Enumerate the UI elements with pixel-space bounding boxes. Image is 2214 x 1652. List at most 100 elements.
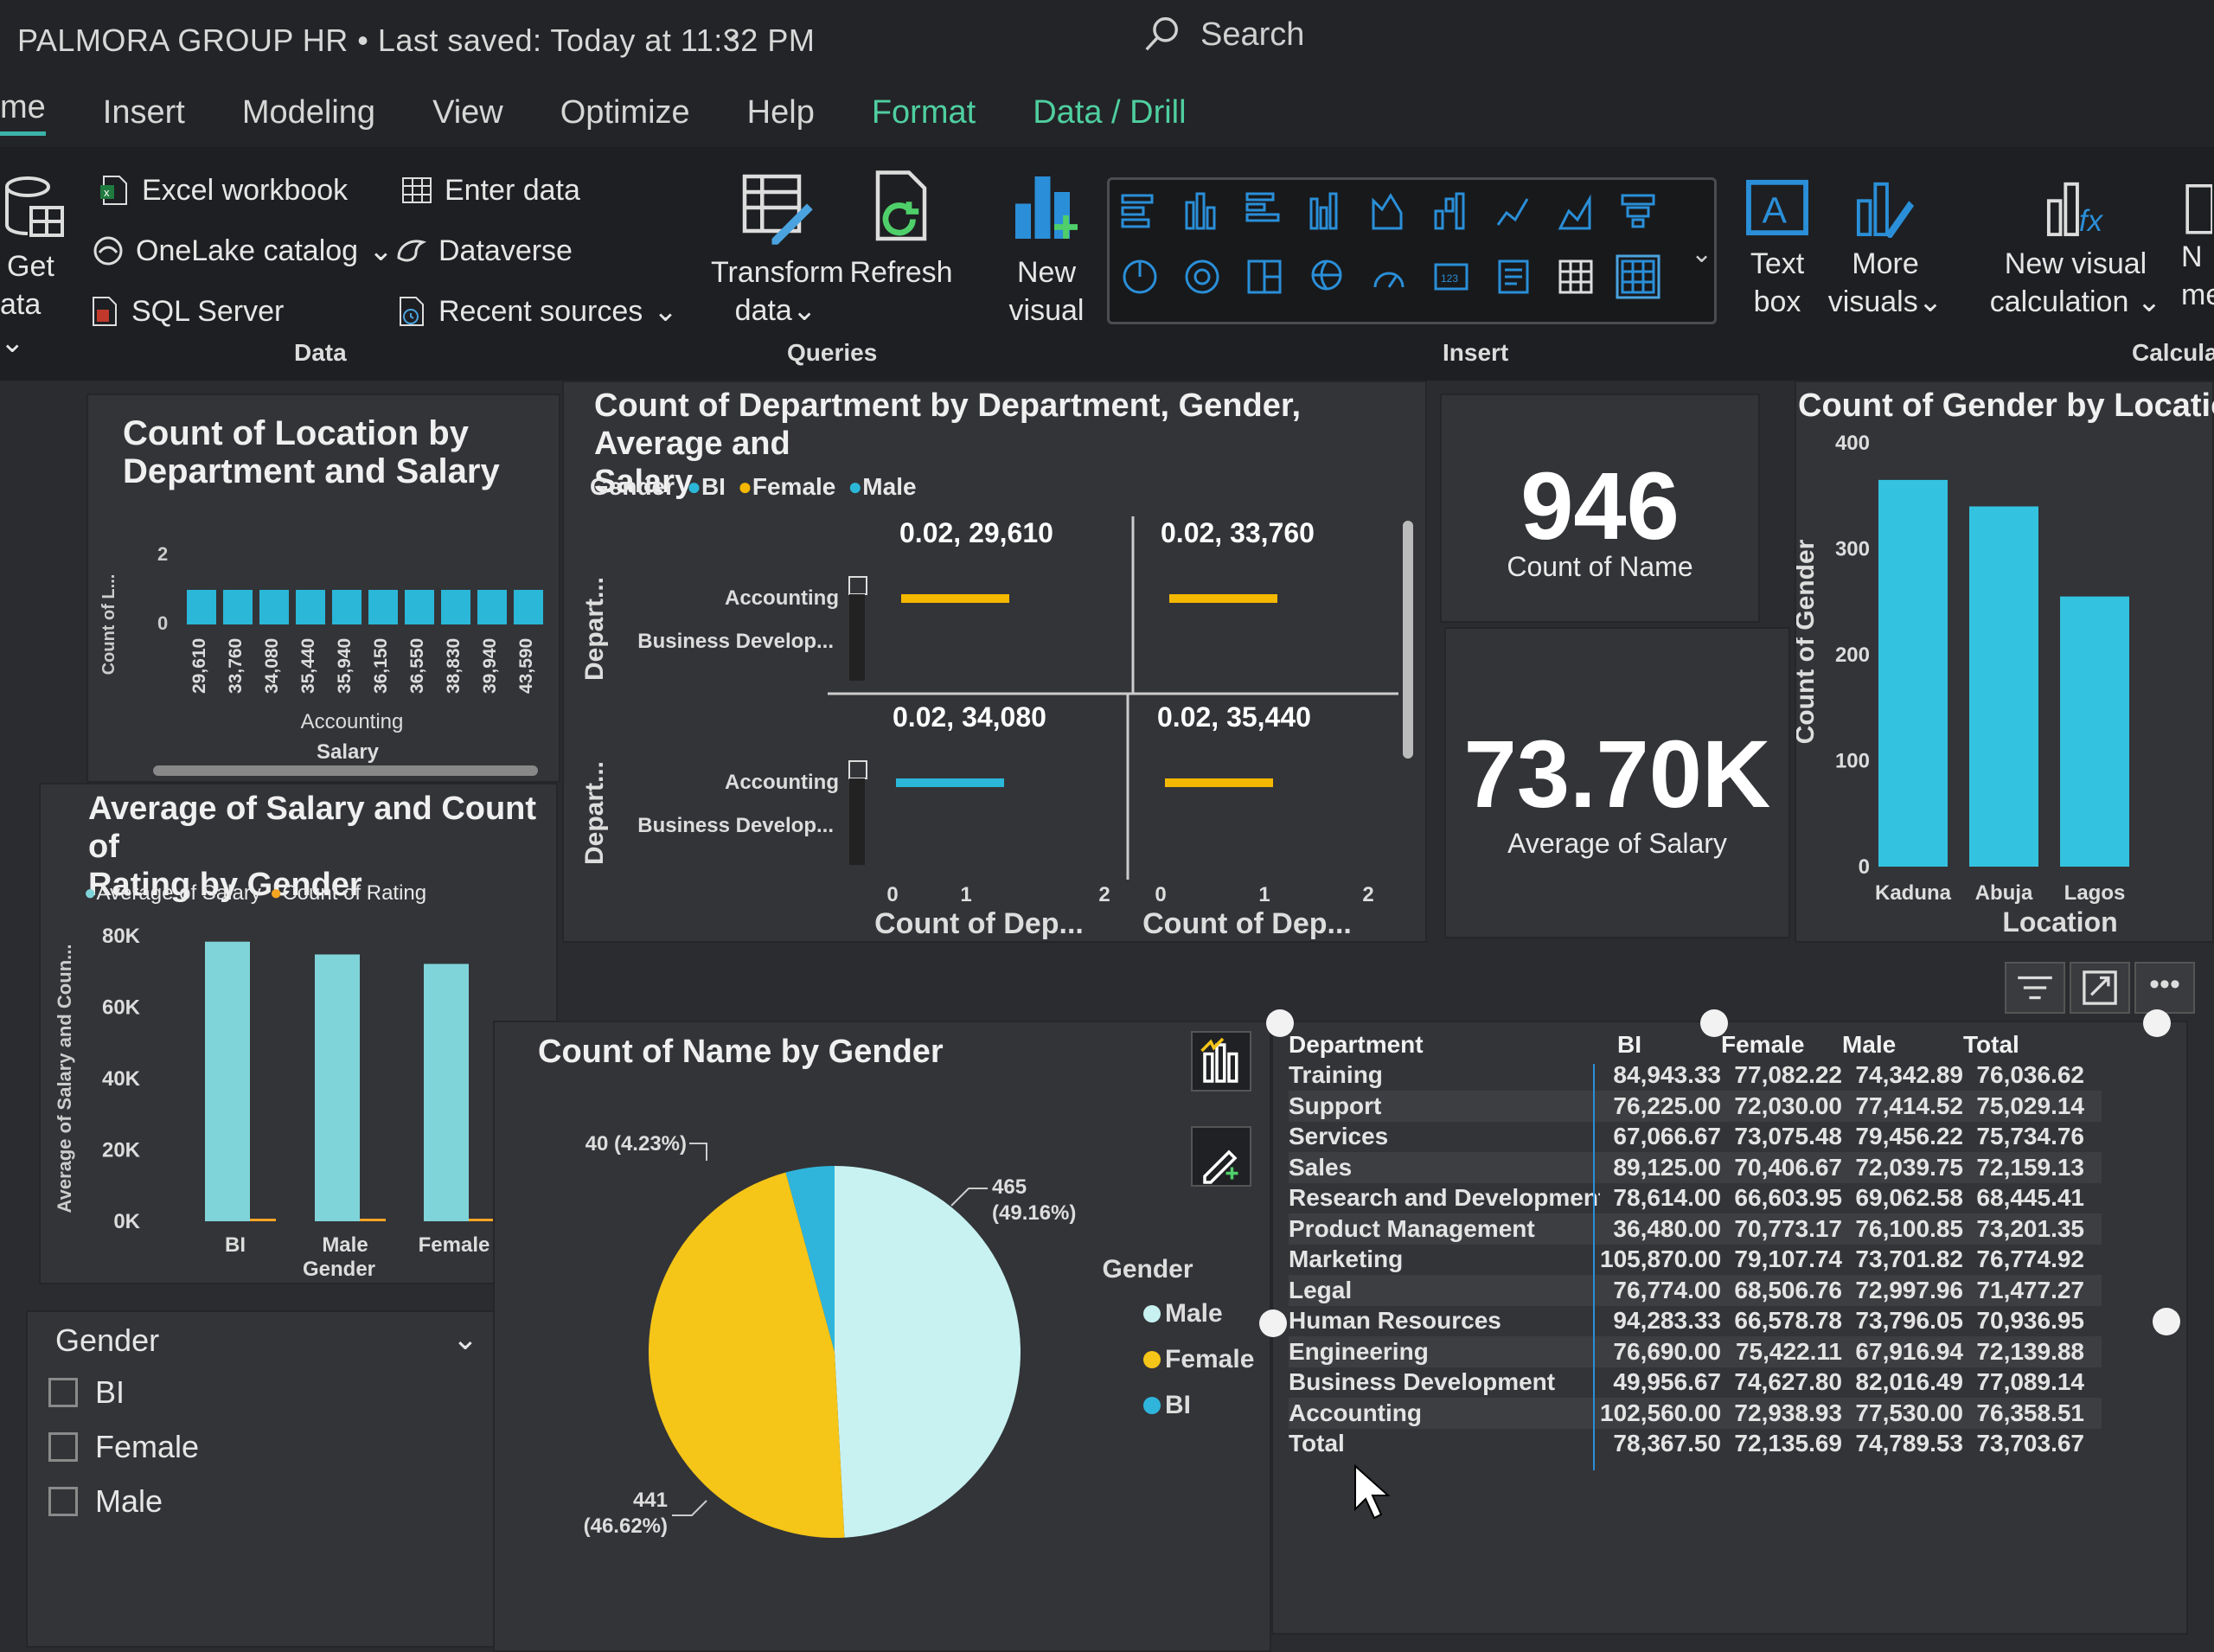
excel-label: Excel workbook xyxy=(142,173,349,207)
bar-count-rating xyxy=(360,1219,386,1221)
table-row[interactable]: Marketing 105,870.00 79,107.74 73,701.82 76,… xyxy=(1289,1245,2102,1276)
x-tick-label: 36,550 xyxy=(407,638,427,694)
table-header: Department BI Female Male Total xyxy=(1289,1029,2102,1060)
checkbox[interactable] xyxy=(48,1487,78,1516)
visual-gallery[interactable]: 123 ⌄ xyxy=(1107,177,1717,324)
tab-data-drill[interactable]: Data / Drill xyxy=(1033,94,1186,131)
table-total-row[interactable]: Total 78,367.50 72,135.69 74,789.53 73,703.6… xyxy=(1289,1429,2102,1460)
new-measure-button[interactable]: N mea xyxy=(2181,177,2214,314)
filter-icon[interactable] xyxy=(2005,962,2065,1014)
table-row[interactable]: Support 76,225.00 72,030.00 77,414.52 75,029… xyxy=(1289,1091,2102,1122)
bar xyxy=(259,590,289,624)
table-row[interactable]: Engineering 76,690.00 75,422.11 67,916.94 72… xyxy=(1289,1336,2102,1367)
tab-insert[interactable]: Insert xyxy=(103,94,185,131)
dataverse-icon xyxy=(397,240,427,262)
name-by-gender-pie-visual[interactable]: Count of Name by Gender 465 (49.16%) 441 (4… xyxy=(493,1021,1271,1652)
tab-modeling[interactable]: Modeling xyxy=(242,94,375,131)
row-header-cell: Services xyxy=(1289,1123,1389,1150)
tab-help[interactable]: Help xyxy=(747,94,815,131)
value-cell: 77,414.52 xyxy=(1855,1092,1963,1119)
table-row[interactable]: Legal 76,774.00 68,506.76 72,997.96 71,477.2… xyxy=(1289,1275,2102,1306)
tab-home[interactable]: me xyxy=(0,89,46,136)
tab-format[interactable]: Format xyxy=(872,94,976,131)
ribbon-chart-icon xyxy=(1372,193,1403,230)
tab-view[interactable]: View xyxy=(432,94,503,131)
y-axis-label: Count of Gender xyxy=(1796,539,1820,744)
chevron-down-icon[interactable]: ⌄ xyxy=(452,1321,478,1357)
x-axis-label: Count of Dep... xyxy=(874,907,1084,940)
table-row[interactable]: Sales 89,125.00 70,406.67 72,039.75 72,159.1… xyxy=(1289,1152,2102,1183)
leader-line xyxy=(689,1143,707,1161)
value-cell: 36,480.00 xyxy=(1613,1214,1721,1242)
cell-label: 0.02, 34,080 xyxy=(893,701,1046,733)
salary-rating-visual[interactable]: Average of Salary and Count of Rating by … xyxy=(39,783,558,1284)
value-cell: 66,578.78 xyxy=(1734,1307,1842,1335)
table-row[interactable]: Research and Development 78,614.00 66,603.… xyxy=(1289,1183,2102,1214)
table-row[interactable]: Human Resources 94,283.33 66,578.78 73,796.… xyxy=(1289,1306,2102,1337)
more-options-icon[interactable]: ••• xyxy=(2134,962,2195,1014)
table-row[interactable]: Accounting 102,560.00 72,938.93 77,530.00 76… xyxy=(1289,1398,2102,1429)
value-cell: 75,422.11 xyxy=(1735,1337,1842,1365)
pie-chart-icon xyxy=(1123,259,1157,294)
y-tick-label: 20K xyxy=(102,1139,141,1162)
table-row[interactable]: Training 84,943.33 77,082.22 74,342.89 76,03… xyxy=(1289,1060,2102,1092)
data-label: (49.16%) xyxy=(992,1201,1076,1225)
table-row[interactable]: Product Management 36,480.00 70,773.17 76,1… xyxy=(1289,1213,2102,1245)
value-cell: 76,358.51 xyxy=(1976,1399,2084,1426)
dataverse-button[interactable]: Dataverse xyxy=(394,234,573,268)
column-header[interactable]: Department xyxy=(1289,1031,1600,1059)
onelake-catalog-button[interactable]: OneLake catalog ⌄ xyxy=(91,234,394,268)
column-header[interactable]: BI xyxy=(1600,1031,1721,1059)
sql-server-button[interactable]: SQL Server xyxy=(86,294,284,329)
text-box-button[interactable]: A Text box xyxy=(1734,177,1820,321)
slicer-option-bi[interactable]: BI xyxy=(48,1374,125,1411)
x-tick-label: BI xyxy=(225,1233,246,1257)
gender-by-location-visual[interactable]: Count of Gender by Location 0 100 200 300 40… xyxy=(1795,381,2214,943)
focus-mode-icon[interactable] xyxy=(2070,962,2130,1014)
small-multiples-chart: 0.02, 29,610 0.02, 33,760 0.02, 34,080 0.02… xyxy=(580,516,1413,940)
chevron-down-icon[interactable]: ⌄ xyxy=(720,17,741,48)
kpi-card-count-of-name[interactable]: 946 Count of Name xyxy=(1440,394,1760,623)
value-cell: 77,082.22 xyxy=(1734,1061,1842,1089)
location-by-department-visual[interactable]: Count of Location by Department and Salar… xyxy=(86,394,560,783)
column-header[interactable]: Female xyxy=(1721,1031,1842,1059)
new-visual-calculation-button[interactable]: fx New visual calculation ⌄ xyxy=(1989,177,2162,321)
search-box[interactable]: Search xyxy=(1142,9,1304,61)
value-cell: 89,125.00 xyxy=(1613,1153,1721,1181)
x-tick-label: 43,590 xyxy=(516,638,536,694)
enter-data-button[interactable]: Enter data xyxy=(400,173,580,208)
tab-optimize[interactable]: Optimize xyxy=(560,94,690,131)
slicer-option-female[interactable]: Female xyxy=(48,1429,199,1465)
more-visuals-label-2: visuals xyxy=(1827,285,1918,318)
row-header-cell: Product Management xyxy=(1289,1214,1535,1242)
kpi-value: 73.70K xyxy=(1463,721,1771,828)
department-gender-visual[interactable]: Count of Department by Department, Gende… xyxy=(562,381,1427,943)
y-tick-label: 0 xyxy=(1859,855,1870,879)
table-row[interactable]: Business Development 49,956.67 74,627.80 82… xyxy=(1289,1367,2102,1399)
more-visuals-button[interactable]: More visuals⌄ xyxy=(1825,177,1946,321)
onelake-label: OneLake catalog xyxy=(136,234,359,267)
leader-line xyxy=(950,1188,988,1207)
transform-label: Transform xyxy=(711,256,844,289)
new-visual-label: New xyxy=(1016,256,1077,289)
x-tick-label: 35,440 xyxy=(298,638,318,694)
checkbox[interactable] xyxy=(48,1378,78,1407)
slicer-option-male[interactable]: Male xyxy=(48,1483,163,1520)
transform-data-button[interactable]: Transform data⌄ xyxy=(711,169,844,330)
app-title: PALMORA GROUP HR • Last saved: Today at … xyxy=(17,22,816,58)
kpi-card-average-salary[interactable]: 73.70K Average of Salary xyxy=(1444,627,1790,938)
recent-sources-button[interactable]: Recent sources ⌄ xyxy=(394,294,678,329)
column-header[interactable]: Total xyxy=(1963,1031,2084,1059)
clustered-bar-icon xyxy=(1245,192,1280,222)
gender-slicer[interactable]: Gender ⌄ BI Female Male xyxy=(26,1310,506,1648)
excel-workbook-button[interactable]: x Excel workbook xyxy=(97,173,348,208)
table-row[interactable]: Services 67,066.67 73,075.48 79,456.22 75,73… xyxy=(1289,1122,2102,1153)
value-cell: 68,506.76 xyxy=(1734,1276,1842,1303)
new-visual-button[interactable]: New visual xyxy=(1003,169,1090,330)
get-data-button[interactable]: Get ata ⌄ xyxy=(0,173,69,362)
onelake-icon xyxy=(93,236,123,266)
value-cell: 72,039.75 xyxy=(1855,1153,1963,1181)
refresh-button[interactable]: Refresh xyxy=(849,169,953,291)
column-header[interactable]: Male xyxy=(1842,1031,1963,1059)
checkbox[interactable] xyxy=(48,1432,78,1462)
